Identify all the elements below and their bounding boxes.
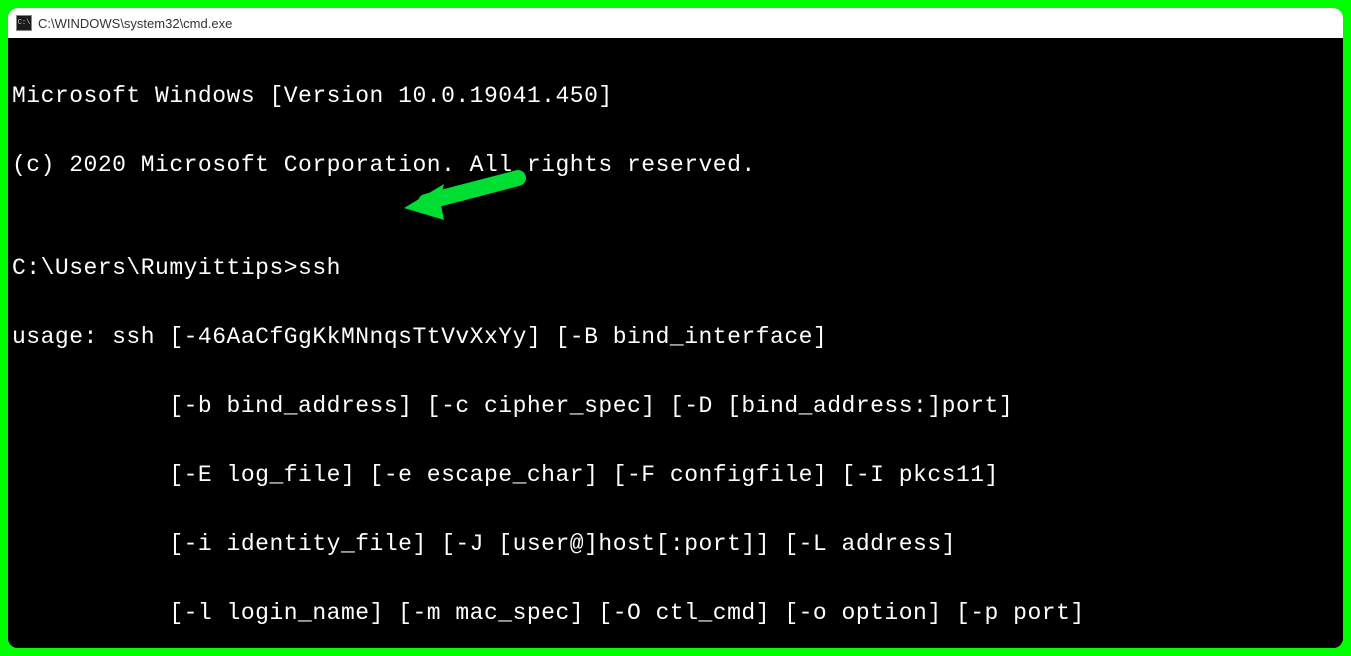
cmd-icon: C:\ [16,15,32,31]
usage-line-1: usage: ssh [-46AaCfGgKkMNnqsTtVvXxYy] [-… [12,320,1339,355]
usage-line-3: [-E log_file] [-e escape_char] [-F confi… [12,458,1339,493]
usage-line-4: [-i identity_file] [-J [user@]host[:port… [12,527,1339,562]
usage-line-2: [-b bind_address] [-c cipher_spec] [-D [… [12,389,1339,424]
window-title: C:\WINDOWS\system32\cmd.exe [38,16,232,31]
usage-line-5: [-l login_name] [-m mac_spec] [-O ctl_cm… [12,596,1339,631]
terminal-area[interactable]: Microsoft Windows [Version 10.0.19041.45… [8,38,1343,648]
banner-line-1: Microsoft Windows [Version 10.0.19041.45… [12,79,1339,114]
banner-line-2: (c) 2020 Microsoft Corporation. All righ… [12,148,1339,183]
cmd-window: C:\ C:\WINDOWS\system32\cmd.exe Microsof… [8,8,1343,648]
titlebar[interactable]: C:\ C:\WINDOWS\system32\cmd.exe [8,8,1343,38]
prompt-ssh: C:\Users\Rumyittips>ssh [12,251,1339,286]
